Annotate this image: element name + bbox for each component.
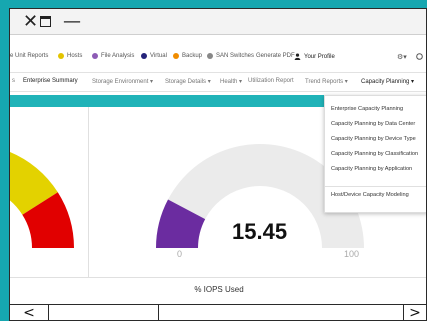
caption-divider [10,277,426,278]
topnav-your-profile[interactable]: Your Profile [294,53,335,60]
topnav-label: Backup [182,53,203,59]
menu-item-health[interactable]: Health ▾ [220,78,242,85]
topnav-label: Your Profile [304,53,335,60]
user-icon [294,53,301,60]
scroll-right-button[interactable]: > [403,305,426,320]
topnav-label: Generate PDF [256,53,295,59]
minimize-window-button[interactable]: — [63,9,81,35]
menu-item-truncated[interactable]: s [12,78,15,84]
dropdown-item-capacity-by-device-type[interactable]: Capacity Planning by Device Type [331,136,416,142]
help-icon[interactable] [416,53,423,60]
topnav-label: SAN Switches [216,53,255,59]
gauge-max-label: 100 [344,249,360,259]
backup-dot-icon [173,53,179,59]
topnav-unit-reports[interactable]: e Unit Reports [10,53,48,59]
scrollbar-thumb[interactable] [48,305,159,320]
dropdown-item-capacity-by-application[interactable]: Capacity Planning by Application [331,166,412,172]
gauge-caption: % IOPS Used [194,285,244,294]
dropdown-item-host-device-capacity-modeling[interactable]: Host/Device Capacity Modeling [331,192,409,198]
window-titlebar: ✕ — [10,9,426,35]
hosts-dot-icon [58,53,64,59]
capacity-planning-dropdown: Enterprise Capacity Planning Capacity Pl… [324,95,426,213]
dropdown-separator [325,186,426,187]
topnav-label: Virtual [150,53,167,59]
app-window: ✕ — e Unit Reports Hosts File Analysis V… [9,8,427,321]
menu-item-storage-details[interactable]: Storage Details ▾ [165,78,211,85]
topnav-label: Hosts [67,53,83,59]
main-menu-bar: s Enterprise Summary Storage Environment… [10,72,426,92]
menu-item-enterprise-summary[interactable]: Enterprise Summary [23,78,78,84]
topnav-label: File Analysis [101,53,135,59]
topnav-label: e Unit Reports [10,53,49,59]
topnav-san-switches[interactable]: SAN Switches [207,53,254,59]
topnav-hosts[interactable]: Hosts [58,53,82,59]
menu-item-trend-reports[interactable]: Trend Reports ▾ [305,78,348,85]
san-switches-dot-icon [207,53,213,59]
topnav-generate-pdf[interactable]: Generate PDF [256,53,295,59]
top-navigation: e Unit Reports Hosts File Analysis Virtu… [10,47,426,67]
topnav-virtual[interactable]: Virtual [141,53,167,59]
gauge-value: 15.45 [232,219,288,244]
horizontal-scrollbar[interactable]: < > [10,304,426,320]
topnav-file-analysis[interactable]: File Analysis [92,53,134,59]
menu-item-capacity-planning[interactable]: Capacity Planning ▾ [361,78,414,85]
dropdown-item-capacity-by-data-center[interactable]: Capacity Planning by Data Center [331,121,415,127]
close-window-button[interactable]: ✕ [23,9,38,35]
menu-item-utilization-report[interactable]: Utilization Report [248,78,294,84]
scroll-left-button[interactable]: < [10,305,49,320]
gear-icon[interactable]: ⚙▾ [397,53,407,61]
virtual-dot-icon [141,53,147,59]
dropdown-item-enterprise-capacity-planning[interactable]: Enterprise Capacity Planning [331,106,403,112]
menu-item-storage-environment[interactable]: Storage Environment ▾ [92,78,153,85]
file-analysis-dot-icon [92,53,98,59]
topnav-backup[interactable]: Backup [173,53,202,59]
gauge-min-label: 0 [177,249,183,259]
maximize-window-button[interactable] [40,16,51,27]
dropdown-item-capacity-by-classification[interactable]: Capacity Planning by Classification [331,151,418,157]
